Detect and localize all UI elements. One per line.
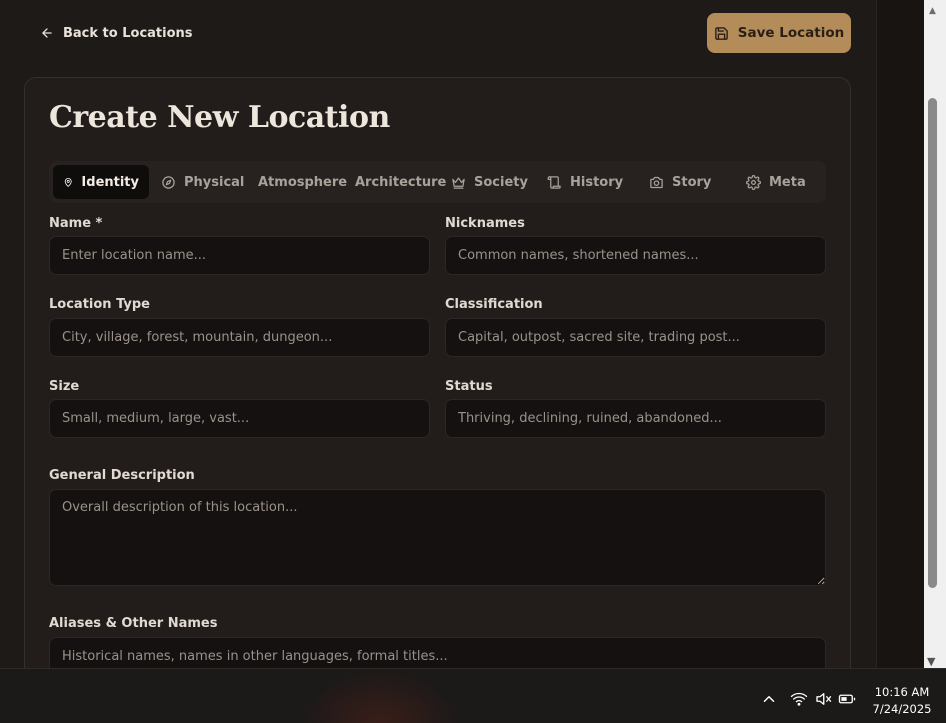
tab-society[interactable]: Society xyxy=(441,165,538,199)
crown-icon xyxy=(452,177,465,189)
aliases-label: Aliases & Other Names xyxy=(49,616,218,631)
nicknames-label: Nicknames xyxy=(445,216,525,231)
scroll-down-arrow-icon[interactable]: ▼ xyxy=(927,655,935,668)
tab-physical[interactable]: Physical xyxy=(151,165,254,199)
tab-label: Atmosphere xyxy=(258,174,348,190)
tab-meta[interactable]: Meta xyxy=(736,165,816,199)
camera-icon xyxy=(650,176,663,188)
general-description-textarea[interactable] xyxy=(49,489,826,586)
right-panel-edge xyxy=(876,0,924,668)
map-pin-icon xyxy=(64,177,72,187)
status-label: Status xyxy=(445,379,493,394)
wifi-icon[interactable] xyxy=(790,690,808,708)
compass-icon xyxy=(162,175,175,189)
name-label: Name * xyxy=(49,216,103,231)
tab-label: Identity xyxy=(81,174,139,190)
save-button-label: Save Location xyxy=(737,25,845,41)
size-label: Size xyxy=(49,379,80,394)
save-icon xyxy=(714,26,728,40)
status-input[interactable] xyxy=(445,399,826,438)
taskbar-glow xyxy=(300,669,460,723)
tab-atmosphere[interactable]: Atmosphere xyxy=(248,165,357,199)
tab-story[interactable]: Story xyxy=(639,165,721,199)
back-to-locations-link[interactable]: Back to Locations xyxy=(40,22,193,44)
battery-icon[interactable] xyxy=(838,690,856,708)
location-type-input[interactable] xyxy=(49,318,430,357)
general-description-label: General Description xyxy=(49,468,195,483)
name-input[interactable] xyxy=(49,236,430,275)
tab-architecture[interactable]: Architecture xyxy=(345,165,456,199)
gear-icon xyxy=(746,174,761,190)
tab-label: Meta xyxy=(769,174,806,190)
tab-bar: Identity Physical Atmosphere Architectur… xyxy=(49,161,826,203)
location-type-label: Location Type xyxy=(49,297,150,312)
back-link-label: Back to Locations xyxy=(63,25,193,41)
tab-label: Story xyxy=(672,174,712,190)
scroll-up-arrow-icon[interactable]: ▲ xyxy=(929,6,936,16)
scrollbar-thumb[interactable] xyxy=(928,98,937,588)
size-input[interactable] xyxy=(49,399,430,438)
taskbar-clock[interactable]: 10:16 AM 7/24/2025 xyxy=(866,684,938,718)
tab-identity[interactable]: Identity xyxy=(53,165,149,199)
classification-label: Classification xyxy=(445,297,543,312)
nicknames-input[interactable] xyxy=(445,236,826,275)
tab-history[interactable]: History xyxy=(537,165,633,199)
speaker-muted-icon[interactable] xyxy=(814,690,832,708)
scroll-icon xyxy=(547,175,561,189)
clock-date: 7/24/2025 xyxy=(872,702,932,716)
clock-time: 10:16 AM xyxy=(874,685,930,699)
save-location-button[interactable]: Save Location xyxy=(707,13,851,53)
tab-label: Physical xyxy=(184,174,245,190)
aliases-input[interactable] xyxy=(49,637,826,668)
arrow-left-icon xyxy=(42,28,52,38)
app-window: Back to Locations Save Location Create N… xyxy=(0,0,876,668)
tab-label: Architecture xyxy=(355,174,447,190)
page-title: Create New Location xyxy=(49,100,390,135)
classification-input[interactable] xyxy=(445,318,826,357)
tab-label: History xyxy=(570,174,624,190)
tab-label: Society xyxy=(474,174,528,190)
chevron-up-icon[interactable] xyxy=(760,690,778,708)
